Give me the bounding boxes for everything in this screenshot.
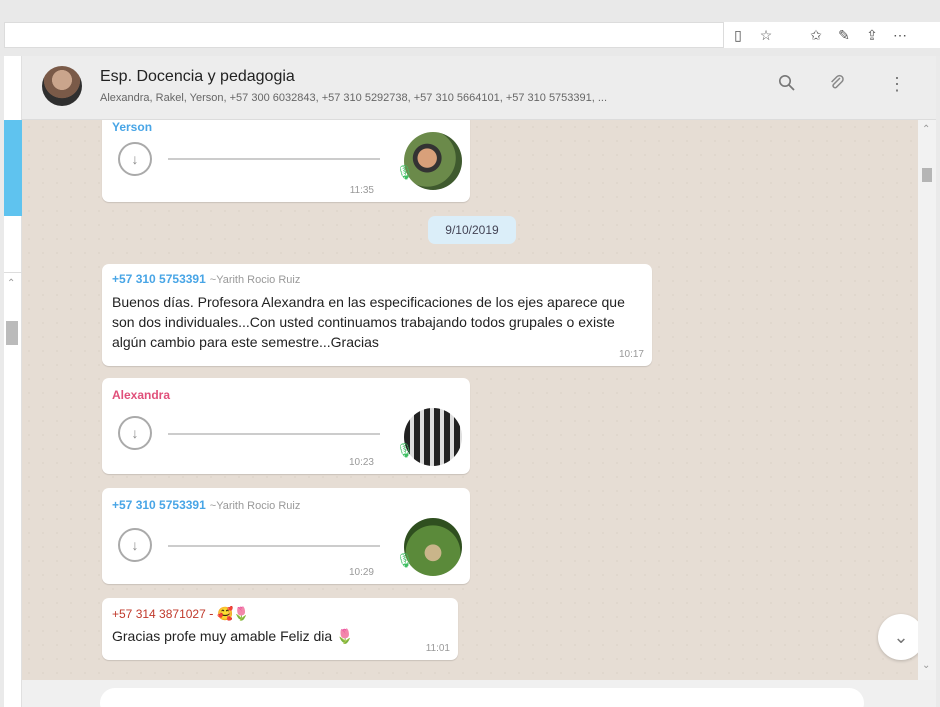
message-sender: +57 310 5753391 ~Yarith Rocio Ruiz — [112, 272, 301, 286]
message-audio: +57 310 5753391 ~Yarith Rocio Ruiz ↓ 🎙 10… — [102, 488, 470, 584]
message-time: 10:17 — [618, 349, 644, 360]
chat-list-pane: ⌃ — [4, 56, 22, 707]
browser-icons: ▯ ☆ ✩ ✎ ⇪ ⋯ — [724, 22, 940, 48]
attach-icon[interactable] — [828, 74, 846, 97]
mic-icon: 🎙 — [396, 164, 414, 180]
scroll-down-button[interactable]: ⌄ — [878, 614, 918, 660]
message-audio: Alexandra ↓ 🎙 10:23 — [102, 378, 470, 474]
chat-members: Alexandra, Rakel, Yerson, +57 300 603284… — [100, 92, 608, 104]
message-audio: Yerson ↓ 🎙 11:35 — [102, 120, 470, 202]
audio-progress[interactable] — [168, 545, 380, 547]
menu-icon[interactable]: ⋮ — [888, 74, 906, 95]
message-text: +57 314 3871027 - 🥰🌷 Gracias profe muy a… — [102, 598, 458, 660]
download-audio-icon[interactable]: ↓ — [118, 528, 152, 562]
date-divider: 9/10/2019 — [428, 216, 516, 244]
message-sender: +57 310 5753391 ~Yarith Rocio Ruiz — [112, 498, 301, 512]
message-sender: Alexandra — [112, 388, 171, 402]
more-icon[interactable]: ⋯ — [886, 27, 914, 44]
search-icon[interactable] — [778, 74, 796, 97]
favorite-star-icon[interactable]: ☆ — [752, 27, 780, 44]
message-body: Buenos días. Profesora Alexandra en las … — [112, 294, 625, 350]
chat-header: Esp. Docencia y pedagogia Alexandra, Rak… — [22, 56, 936, 120]
divider — [4, 272, 22, 273]
reading-view-icon[interactable]: ▯ — [724, 27, 752, 44]
whatsapp-web: ⌃ Esp. Docencia y pedagogia Alexandra, R… — [4, 56, 936, 707]
sender-avatar — [404, 132, 462, 190]
group-avatar[interactable] — [42, 66, 82, 106]
audio-progress[interactable] — [168, 158, 380, 160]
share-icon[interactable]: ⇪ — [858, 27, 886, 44]
message-area: Yerson ↓ 🎙 11:35 9/10/2019 +57 310 57533… — [22, 120, 918, 680]
chat-title[interactable]: Esp. Docencia y pedagogia — [100, 68, 295, 86]
scroll-thumb[interactable] — [922, 168, 932, 182]
audio-progress[interactable] — [168, 433, 380, 435]
scroll-up-icon[interactable]: ⌃ — [922, 124, 930, 135]
pen-icon[interactable]: ✎ — [830, 27, 858, 44]
message-time: 10:29 — [348, 567, 374, 578]
message-body: Gracias profe muy amable Feliz dia 🌷 — [112, 628, 354, 644]
chat-list-selected[interactable] — [4, 120, 22, 216]
message-time: 11:01 — [425, 643, 450, 654]
message-time: 10:23 — [348, 457, 374, 468]
message-text: +57 310 5753391 ~Yarith Rocio Ruiz Buenos… — [102, 264, 652, 366]
scroll-up-icon[interactable]: ⌃ — [7, 278, 15, 289]
composer-bar — [22, 680, 936, 707]
download-audio-icon[interactable]: ↓ — [118, 142, 152, 176]
scroll-down-icon[interactable]: ⌄ — [922, 660, 930, 671]
browser-toolbar: ▯ ☆ ✩ ✎ ⇪ ⋯ — [0, 0, 940, 56]
chat-list-scroll-thumb[interactable] — [6, 321, 18, 345]
messages-scrollbar[interactable]: ⌃ ⌄ — [918, 120, 936, 680]
mic-icon: 🎙 — [396, 442, 414, 458]
mic-icon: 🎙 — [396, 552, 414, 568]
message-time: 11:35 — [349, 185, 374, 196]
favorites-list-icon[interactable]: ✩ — [802, 27, 830, 44]
message-sender: +57 314 3871027 - 🥰🌷 — [112, 606, 250, 621]
message-input[interactable] — [100, 688, 864, 707]
message-sender: Yerson — [112, 120, 153, 134]
address-bar[interactable] — [4, 22, 724, 48]
download-audio-icon[interactable]: ↓ — [118, 416, 152, 450]
